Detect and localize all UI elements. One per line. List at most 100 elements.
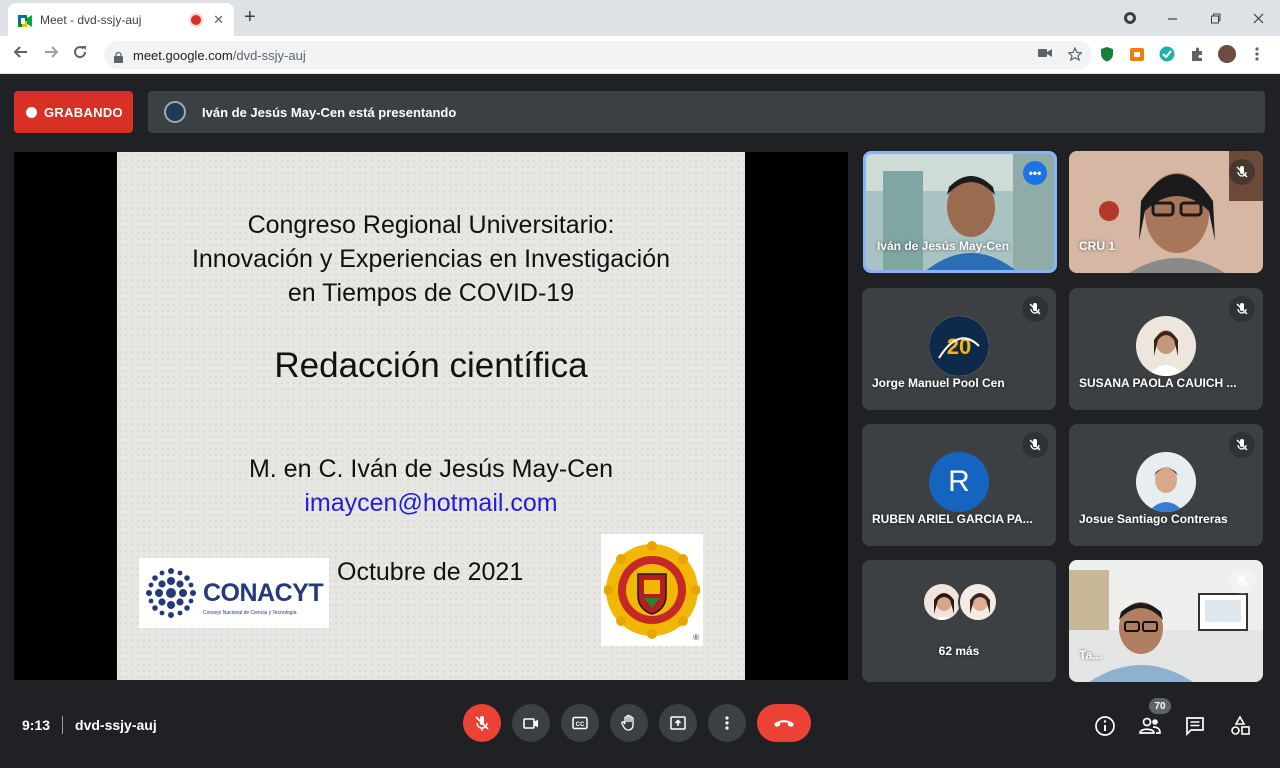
presentation-slide: Congreso Regional Universitario: Innovac…: [117, 152, 745, 680]
more-options-icon[interactable]: •••: [1023, 161, 1047, 185]
participant-name: SUSANA PAOLA CAUICH ...: [1079, 376, 1237, 390]
participant-tile[interactable]: R RUBEN ARIEL GARCIA PA...: [862, 424, 1056, 546]
participant-name: Iván de Jesús May-Cen: [877, 239, 1010, 253]
meeting-code: dvd-ssjy-auj: [75, 717, 157, 733]
slide-subtitle: Redacción científica: [274, 346, 588, 385]
tab-close-icon[interactable]: ✕: [213, 12, 224, 28]
meet-favicon-icon: [18, 14, 32, 27]
chat-button[interactable]: [1183, 714, 1207, 738]
profile-avatar-icon[interactable]: [1218, 45, 1236, 63]
close-window-icon[interactable]: [1237, 4, 1280, 32]
window-controls: [1108, 4, 1280, 32]
conacyt-subtext: Consejo Nacional de Ciencia y Tecnología: [203, 610, 297, 616]
people-button[interactable]: [1138, 714, 1162, 738]
participant-avatar: [1136, 452, 1196, 512]
browser-toolbar: meet.google.com/dvd-ssjy-auj: [0, 36, 1280, 74]
lock-icon: [114, 50, 123, 63]
url-path: /dvd-ssjy-auj: [232, 47, 306, 63]
camera-toggle-button[interactable]: [512, 704, 550, 742]
recording-dot-icon: [26, 106, 37, 118]
recording-label: GRABANDO: [44, 104, 123, 120]
meeting-info: 9:13 dvd-ssjy-auj: [22, 716, 157, 734]
reload-icon[interactable]: [72, 44, 88, 65]
university-seal-logo: ®: [601, 534, 703, 646]
more-vert-icon: [725, 716, 729, 730]
activities-shapes-icon: [1231, 715, 1250, 735]
slide-title-line: en Tiempos de COVID-19: [287, 279, 575, 307]
browser-tab-title: Meet - dvd-ssjy-auj: [40, 12, 142, 27]
participant-tile[interactable]: Josue Santiago Contreras: [1069, 424, 1263, 546]
orange-extension-icon[interactable]: [1128, 45, 1146, 63]
svg-text:CC: CC: [576, 722, 585, 728]
meeting-details-button[interactable]: [1093, 714, 1117, 738]
menu-dots-icon[interactable]: [1248, 45, 1266, 63]
camera-in-use-icon[interactable]: [1038, 47, 1052, 64]
presenter-avatar: [164, 101, 186, 123]
participant-tile[interactable]: 20 Jorge Manuel Pool Cen: [862, 288, 1056, 410]
puzzle-extensions-icon[interactable]: [1188, 45, 1206, 63]
participant-avatar: [958, 582, 998, 622]
url-host: meet.google.com: [133, 47, 233, 63]
hand-icon: [621, 714, 634, 731]
presenting-banner: Iván de Jesús May-Cen está presentando: [148, 91, 1265, 133]
more-participants-tile[interactable]: 62 más: [862, 560, 1056, 682]
participant-tile[interactable]: SUSANA PAOLA CAUICH ...: [1069, 288, 1263, 410]
shield-extension-icon[interactable]: [1098, 45, 1116, 63]
check-extension-icon[interactable]: [1158, 45, 1176, 63]
camera-icon: [523, 718, 538, 729]
seal-emblem-icon: [604, 541, 700, 639]
presenting-text: Iván de Jesús May-Cen está presentando: [202, 104, 457, 120]
meeting-control-bar: 9:13 dvd-ssjy-auj CC: [0, 690, 1280, 768]
mic-off-icon: [1022, 296, 1048, 322]
participant-initial-avatar: R: [929, 452, 989, 512]
forward-arrow-icon[interactable]: [43, 44, 59, 65]
browser-tab[interactable]: Meet - dvd-ssjy-auj ✕: [8, 3, 234, 36]
activities-button[interactable]: [1228, 714, 1252, 738]
mic-off-icon: [1022, 432, 1048, 458]
raise-hand-button[interactable]: [610, 704, 648, 742]
mic-off-icon: [1229, 296, 1255, 322]
participant-avatar: [922, 582, 962, 622]
conacyt-dots-icon: [146, 568, 196, 618]
participant-name: CRU 1: [1079, 239, 1116, 253]
mic-off-icon: [1229, 432, 1255, 458]
captions-button[interactable]: CC: [561, 704, 599, 742]
slide-date: Octubre de 2021: [337, 558, 524, 586]
slide-author: M. en C. Iván de Jesús May-Cen: [248, 455, 614, 483]
divider: [62, 716, 64, 734]
present-screen-button[interactable]: [659, 704, 697, 742]
svg-text:20: 20: [947, 334, 971, 359]
slide-title-line: Congreso Regional Universitario:: [247, 211, 615, 239]
mic-off-icon: [1229, 159, 1255, 185]
hang-up-icon: [774, 720, 794, 727]
restore-icon[interactable]: [1194, 4, 1237, 32]
participant-name: RUBEN ARIEL GARCIA PA...: [872, 512, 1033, 526]
info-icon: [1095, 716, 1115, 736]
participant-avatar: 20: [929, 316, 989, 376]
mic-off-icon: [1229, 568, 1255, 594]
profile-media-icon[interactable]: [1108, 4, 1151, 32]
participant-tile[interactable]: ••• Iván de Jesús May-Cen: [863, 151, 1057, 273]
minimize-icon[interactable]: [1151, 4, 1194, 32]
new-tab-button[interactable]: +: [244, 6, 256, 29]
present-screen-icon: [670, 716, 686, 730]
more-options-button[interactable]: [708, 704, 746, 742]
participant-avatar: [1136, 316, 1196, 376]
conacyt-wordmark: CONACYT: [203, 578, 324, 607]
people-count-badge: 70: [1149, 698, 1171, 714]
recording-indicator-icon: [191, 14, 202, 25]
back-arrow-icon[interactable]: [13, 44, 29, 65]
participant-tile[interactable]: Ta...: [1069, 560, 1263, 682]
meeting-time: 9:13: [22, 717, 51, 733]
closed-captions-icon: CC: [572, 716, 588, 730]
people-icon: [1139, 717, 1161, 734]
mic-toggle-button[interactable]: [463, 704, 501, 742]
slide-email: imaycen@hotmail.com: [304, 489, 558, 517]
leave-call-button[interactable]: [757, 704, 811, 742]
participant-tile[interactable]: CRU 1: [1069, 151, 1263, 273]
conacyt-logo: CONACYT Consejo Nacional de Ciencia y Te…: [139, 558, 329, 628]
bookmark-star-icon[interactable]: [1066, 46, 1084, 64]
recording-badge[interactable]: GRABANDO: [14, 91, 133, 133]
participant-name: Jorge Manuel Pool Cen: [872, 376, 1005, 390]
address-bar[interactable]: meet.google.com/dvd-ssjy-auj: [104, 41, 1092, 69]
